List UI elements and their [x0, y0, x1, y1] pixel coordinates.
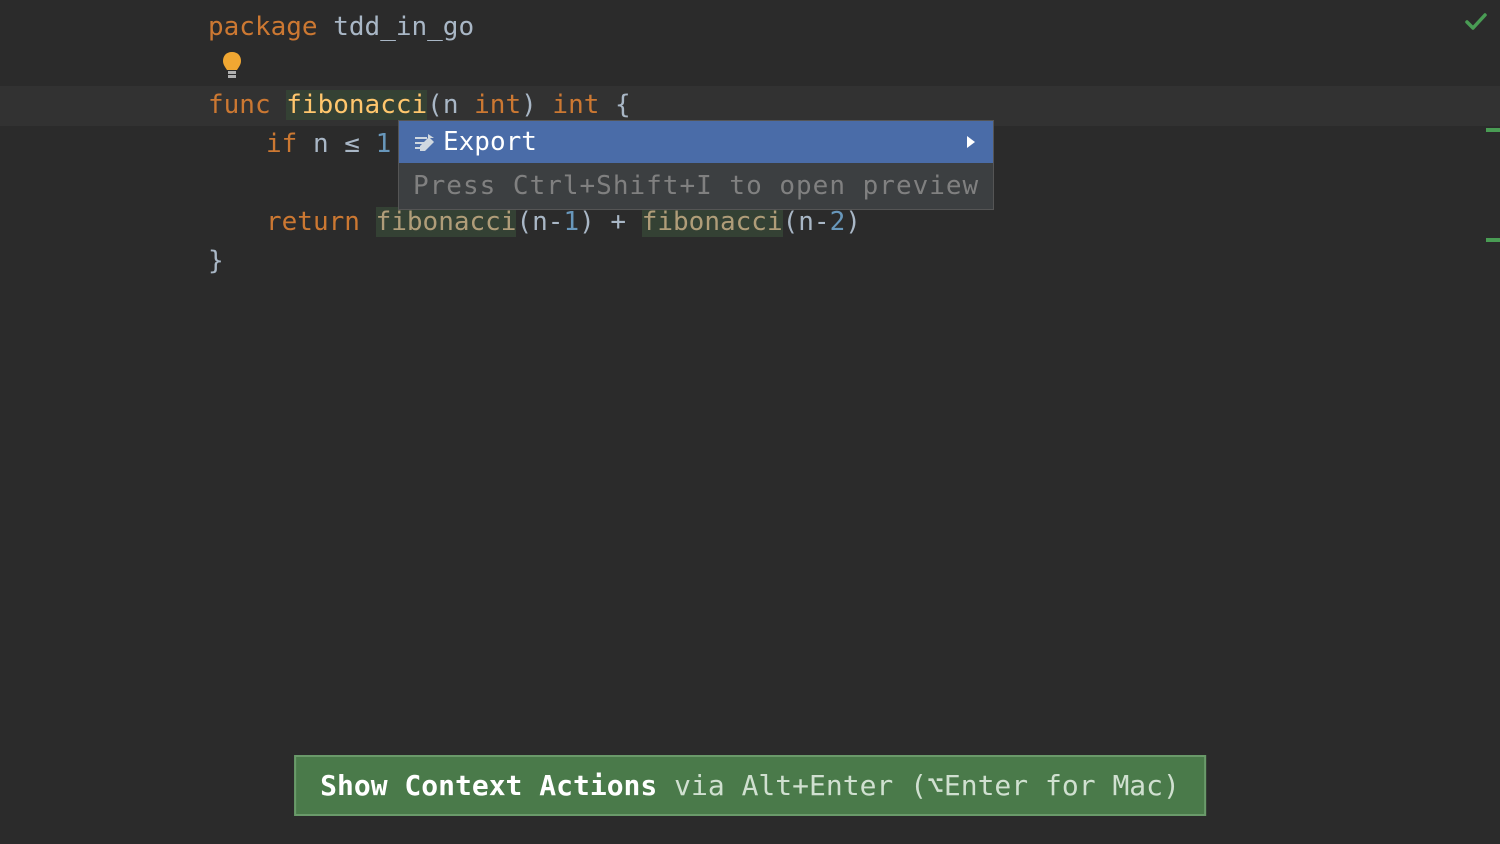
package-name: tdd_in_go: [333, 12, 474, 42]
keyword-if: if: [266, 129, 297, 159]
keyword-return: return: [266, 207, 360, 237]
paren: ): [521, 90, 537, 120]
operator-minus: -: [814, 207, 830, 237]
intention-popup: Export Press Ctrl+Shift+I to open previe…: [398, 120, 994, 210]
code-line: }: [208, 242, 1500, 281]
number-literal: 1: [376, 129, 392, 159]
submenu-arrow-icon: [965, 127, 977, 157]
inspection-ok-icon[interactable]: [1464, 10, 1488, 41]
paren: ): [579, 207, 595, 237]
tip-text-1: via Alt+Enter (: [657, 769, 927, 802]
lightbulb-icon[interactable]: [220, 50, 244, 87]
code-line: package tdd_in_go: [208, 8, 1500, 47]
var-n: n: [313, 129, 329, 159]
export-menu-item[interactable]: Export: [399, 121, 993, 163]
export-label: Export: [443, 127, 537, 157]
code-line: [208, 47, 1500, 86]
tip-mac-key: ⌥Enter: [927, 769, 1028, 802]
keyword-package: package: [208, 12, 318, 42]
operator-plus: +: [610, 207, 626, 237]
paren: (: [427, 90, 443, 120]
function-name: fibonacci: [286, 90, 427, 120]
gutter-marker[interactable]: [1486, 238, 1500, 242]
param-name: n: [443, 90, 459, 120]
export-icon: [413, 131, 435, 153]
operator-minus: -: [548, 207, 564, 237]
return-type: int: [552, 90, 599, 120]
var-n: n: [532, 207, 548, 237]
keyword-func: func: [208, 90, 271, 120]
number-literal: 2: [830, 207, 846, 237]
tip-action-name: Show Context Actions: [320, 769, 657, 802]
number-literal: 1: [563, 207, 579, 237]
brace: {: [615, 90, 631, 120]
function-call: fibonacci: [376, 207, 517, 237]
brace: }: [208, 246, 224, 276]
function-call: fibonacci: [642, 207, 783, 237]
paren: ): [845, 207, 861, 237]
paren: (: [516, 207, 532, 237]
type-int: int: [474, 90, 521, 120]
paren: (: [783, 207, 799, 237]
tip-banner: Show Context Actions via Alt+Enter (⌥Ent…: [294, 755, 1206, 816]
operator-lte: ≤: [344, 129, 360, 159]
var-n: n: [798, 207, 814, 237]
popup-hint-text: Press Ctrl+Shift+I to open preview: [399, 163, 993, 209]
gutter-marker[interactable]: [1486, 128, 1500, 132]
tip-text-2: for Mac): [1028, 769, 1180, 802]
